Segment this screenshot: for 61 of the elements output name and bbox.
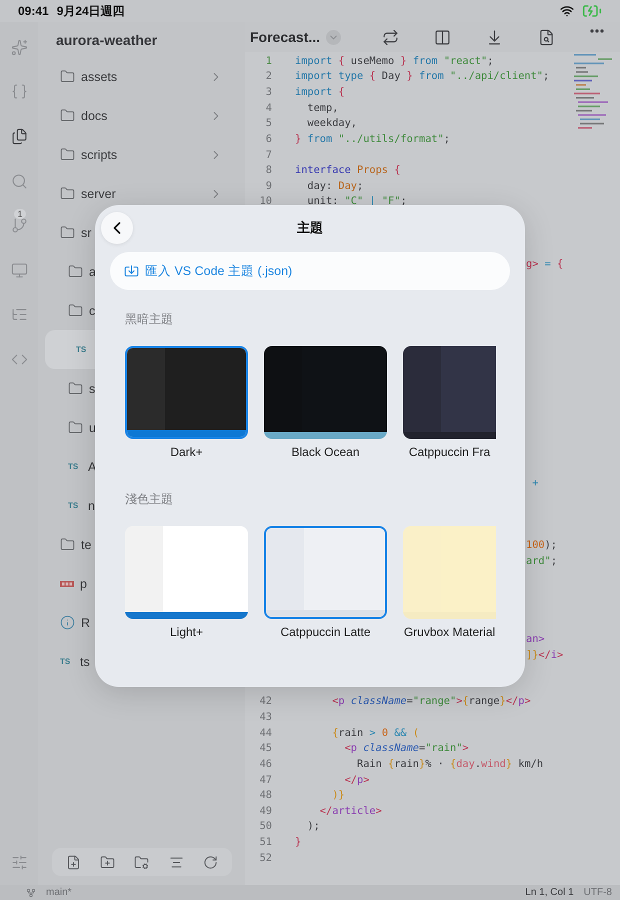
- code-line: } from "../utils/format";: [295, 132, 450, 145]
- line-number: 7: [264, 148, 272, 161]
- code-fragment: 100);: [526, 539, 558, 552]
- theme-name: Black Ocean: [291, 445, 360, 459]
- typescript-icon: TS: [68, 501, 82, 510]
- line-number: 50: [258, 820, 272, 832]
- typescript-icon: TS: [76, 345, 90, 354]
- code-line: </article>: [318, 804, 382, 817]
- code-line: </p>: [344, 774, 370, 786]
- code-fragment: g> = {: [526, 258, 564, 270]
- line-number: 52: [258, 852, 272, 864]
- theme-name: Catppuccin Fra: [408, 445, 490, 459]
- code-fragment: +: [531, 476, 538, 489]
- typescript-icon: TS: [60, 657, 74, 666]
- code-line: )}: [331, 789, 345, 802]
- code-line: import type { Day } from "../api/client";: [295, 70, 550, 82]
- code-line: interface Props {: [295, 164, 400, 176]
- section-heading: 黑暗主題: [124, 311, 173, 328]
- line-number: 10: [258, 195, 272, 208]
- line-number: 6: [264, 132, 272, 145]
- code-line: );: [306, 820, 320, 832]
- line-number: 51: [258, 836, 272, 848]
- theme-name: Light+: [170, 625, 204, 639]
- code-line: day: Day;: [306, 180, 364, 192]
- code-fragment: an>: [526, 632, 545, 645]
- line-number: 5: [264, 117, 272, 130]
- code-line: <p className="range">{range}</p>: [331, 695, 531, 708]
- line-number: 44: [258, 726, 272, 739]
- code-line: <p className="rain">: [344, 742, 469, 754]
- typescript-icon: TS: [68, 462, 82, 471]
- theme-name: Dark+: [170, 445, 203, 459]
- project-title: aurora-weather: [55, 30, 158, 50]
- dialog-title: 主題: [296, 219, 324, 237]
- code-fragment: ]}</i>: [526, 648, 564, 661]
- line-number: 46: [258, 758, 272, 770]
- line-number: 47: [258, 774, 272, 786]
- theme-name: Gruvbox Material: [404, 625, 496, 639]
- status-date: 9月24日週四: [56, 2, 125, 20]
- line-number: 8: [264, 164, 272, 176]
- section-heading: 淺色主題: [124, 491, 173, 508]
- line-number: 3: [264, 86, 272, 98]
- status-time: 09:41: [18, 4, 49, 18]
- theme-name: Catppuccin Latte: [280, 625, 371, 639]
- code-line: import { useMemo } from "react";: [295, 54, 494, 67]
- line-number: 9: [264, 180, 272, 192]
- line-number: 2: [264, 70, 272, 82]
- code-line: }: [295, 836, 302, 848]
- code-line: temp,: [306, 102, 338, 114]
- code-fragment: ard";: [526, 554, 558, 567]
- code-line: Rain {rain}% · {day.wind} km/h: [356, 758, 544, 770]
- line-number: 43: [258, 711, 272, 724]
- code-line: weekday,: [306, 117, 357, 130]
- line-number: 48: [258, 789, 272, 802]
- code-line: {rain > 0 && (: [331, 726, 420, 739]
- code-line: import {: [295, 86, 345, 98]
- line-number: 1: [264, 54, 272, 67]
- line-number: 49: [258, 804, 272, 817]
- count-badge: 1: [14, 209, 26, 220]
- line-number: 45: [258, 742, 272, 754]
- line-number: 4: [264, 102, 272, 114]
- line-number: 42: [258, 695, 272, 708]
